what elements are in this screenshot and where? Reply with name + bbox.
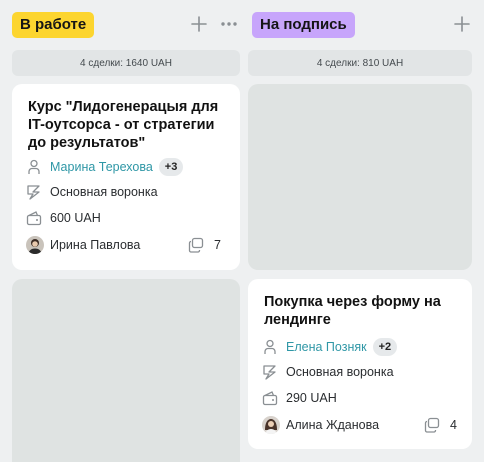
column-menu-button[interactable]	[218, 12, 240, 36]
add-deal-button[interactable]	[451, 12, 473, 36]
contact-link[interactable]: Марина Терехова	[50, 160, 153, 174]
comments-counter[interactable]: 7	[188, 235, 221, 255]
comment-icon	[188, 237, 204, 253]
stage-badge[interactable]: В работе	[12, 12, 95, 38]
plus-icon	[454, 16, 470, 32]
plus-icon	[191, 16, 207, 32]
column-header: На подпись	[248, 0, 472, 48]
deal-card[interactable]: Покупка через форму на лендинге Елена По…	[248, 279, 472, 449]
contact-link[interactable]: Елена Позняк	[286, 340, 367, 354]
deal-pipeline-row: Основная воронка	[262, 362, 394, 382]
deal-owner-row: Ирина Павлова	[26, 235, 140, 255]
funnel-icon	[262, 364, 278, 380]
avatar[interactable]	[262, 416, 280, 434]
extra-contacts-badge[interactable]: +2	[372, 338, 398, 356]
pipeline-name: Основная воронка	[50, 185, 158, 199]
deal-amount: 600 UAH	[50, 211, 101, 225]
funnel-icon	[26, 184, 42, 200]
comment-icon	[424, 417, 440, 433]
more-icon	[221, 22, 237, 26]
comments-counter[interactable]: 4	[424, 415, 457, 435]
deal-owner-row: Алина Жданова	[262, 415, 379, 435]
extra-contacts-badge[interactable]: +3	[158, 158, 184, 176]
column-for-signing: На подпись 4 сделки: 810 UAH Покупка чер…	[248, 0, 472, 449]
deal-amount: 290 UAH	[286, 391, 337, 405]
column-in-progress: В работе 4 сделки: 1640 UAH Курс "Лидоге…	[12, 0, 240, 462]
stage-badge[interactable]: На подпись	[252, 12, 355, 38]
deal-contact-row: Марина Терехова +3	[26, 157, 184, 177]
deal-pipeline-row: Основная воронка	[26, 182, 158, 202]
add-deal-button[interactable]	[188, 12, 210, 36]
deal-contact-row: Елена Позняк +2	[262, 337, 398, 357]
user-icon	[26, 159, 42, 175]
user-icon	[262, 339, 278, 355]
column-header: В работе	[12, 0, 240, 48]
deal-title[interactable]: Покупка через форму на лендинге	[264, 293, 460, 329]
wallet-icon	[26, 210, 42, 226]
card-drop-placeholder	[248, 84, 472, 270]
owner-name[interactable]: Алина Жданова	[286, 418, 379, 432]
deal-amount-row: 600 UAH	[26, 208, 101, 228]
pipeline-name: Основная воронка	[286, 365, 394, 379]
avatar[interactable]	[26, 236, 44, 254]
column-summary: 4 сделки: 810 UAH	[248, 50, 472, 76]
card-drop-placeholder	[12, 279, 240, 462]
comments-count: 4	[450, 418, 457, 432]
deal-card[interactable]: Курс "Лидогенерацыя для IT-оутсорса - от…	[12, 84, 240, 270]
deal-amount-row: 290 UAH	[262, 388, 337, 408]
comments-count: 7	[214, 238, 221, 252]
owner-name[interactable]: Ирина Павлова	[50, 238, 140, 252]
column-summary: 4 сделки: 1640 UAH	[12, 50, 240, 76]
deal-title[interactable]: Курс "Лидогенерацыя для IT-оутсорса - от…	[28, 98, 228, 152]
wallet-icon	[262, 390, 278, 406]
